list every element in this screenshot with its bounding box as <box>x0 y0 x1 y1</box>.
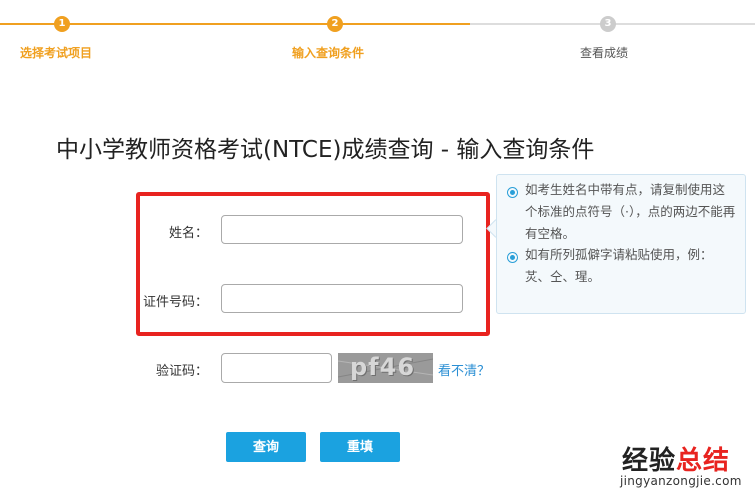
refresh-captcha-link[interactable]: 看不清？ <box>438 360 490 379</box>
info-bullet-icon <box>507 252 518 263</box>
query-button[interactable]: 查询 <box>226 432 306 462</box>
captcha-input[interactable] <box>221 353 332 383</box>
id-number-input[interactable] <box>221 284 463 313</box>
captcha-label: 验证码： <box>155 364 208 379</box>
reset-button[interactable]: 重填 <box>320 432 400 462</box>
id-number-label: 证件号码： <box>142 295 208 310</box>
watermark-part1: 经验 <box>622 446 677 476</box>
progress-line-completed <box>0 23 470 25</box>
step-3-label: 查看成绩 <box>580 46 629 60</box>
name-label: 姓名： <box>168 226 208 241</box>
name-input[interactable] <box>221 215 463 244</box>
step-3-marker: 3 <box>600 16 616 32</box>
captcha-image[interactable]: pf46 <box>338 353 433 383</box>
captcha-text: pf46 <box>350 353 416 381</box>
tip-item: 如有所列孤僻字请粘贴使用，例：炗、仝、瑆。 <box>507 247 737 288</box>
tip-item: 如考生姓名中带有点，请复制使用这个标准的点符号（·），点的两边不能再有空格。 <box>507 182 737 245</box>
info-bullet-icon <box>507 187 518 198</box>
step-2-label: 输入查询条件 <box>292 46 365 60</box>
step-1-label: 选择考试项目 <box>20 46 93 60</box>
watermark-logo: 经验总结 <box>622 440 730 477</box>
tip-panel: 如考生姓名中带有点，请复制使用这个标准的点符号（·），点的两边不能再有空格。 如… <box>496 174 746 314</box>
step-2-marker: 2 <box>327 16 343 32</box>
highlight-annotation-box <box>136 192 490 336</box>
page-title: 中小学教师资格考试(NTCE)成绩查询 - 输入查询条件 <box>56 137 595 163</box>
tip-text: 如有所列孤僻字请粘贴使用，例：炗、仝、瑆。 <box>525 247 713 284</box>
watermark-url: jingyanzongjie.com <box>620 474 742 488</box>
progress-steps: 1 选择考试项目 2 输入查询条件 3 查看成绩 <box>0 0 755 70</box>
watermark-part2: 总结 <box>676 446 731 476</box>
tip-text: 如考生姓名中带有点，请复制使用这个标准的点符号（·），点的两边不能再有空格。 <box>525 182 736 241</box>
step-1-marker: 1 <box>54 16 70 32</box>
